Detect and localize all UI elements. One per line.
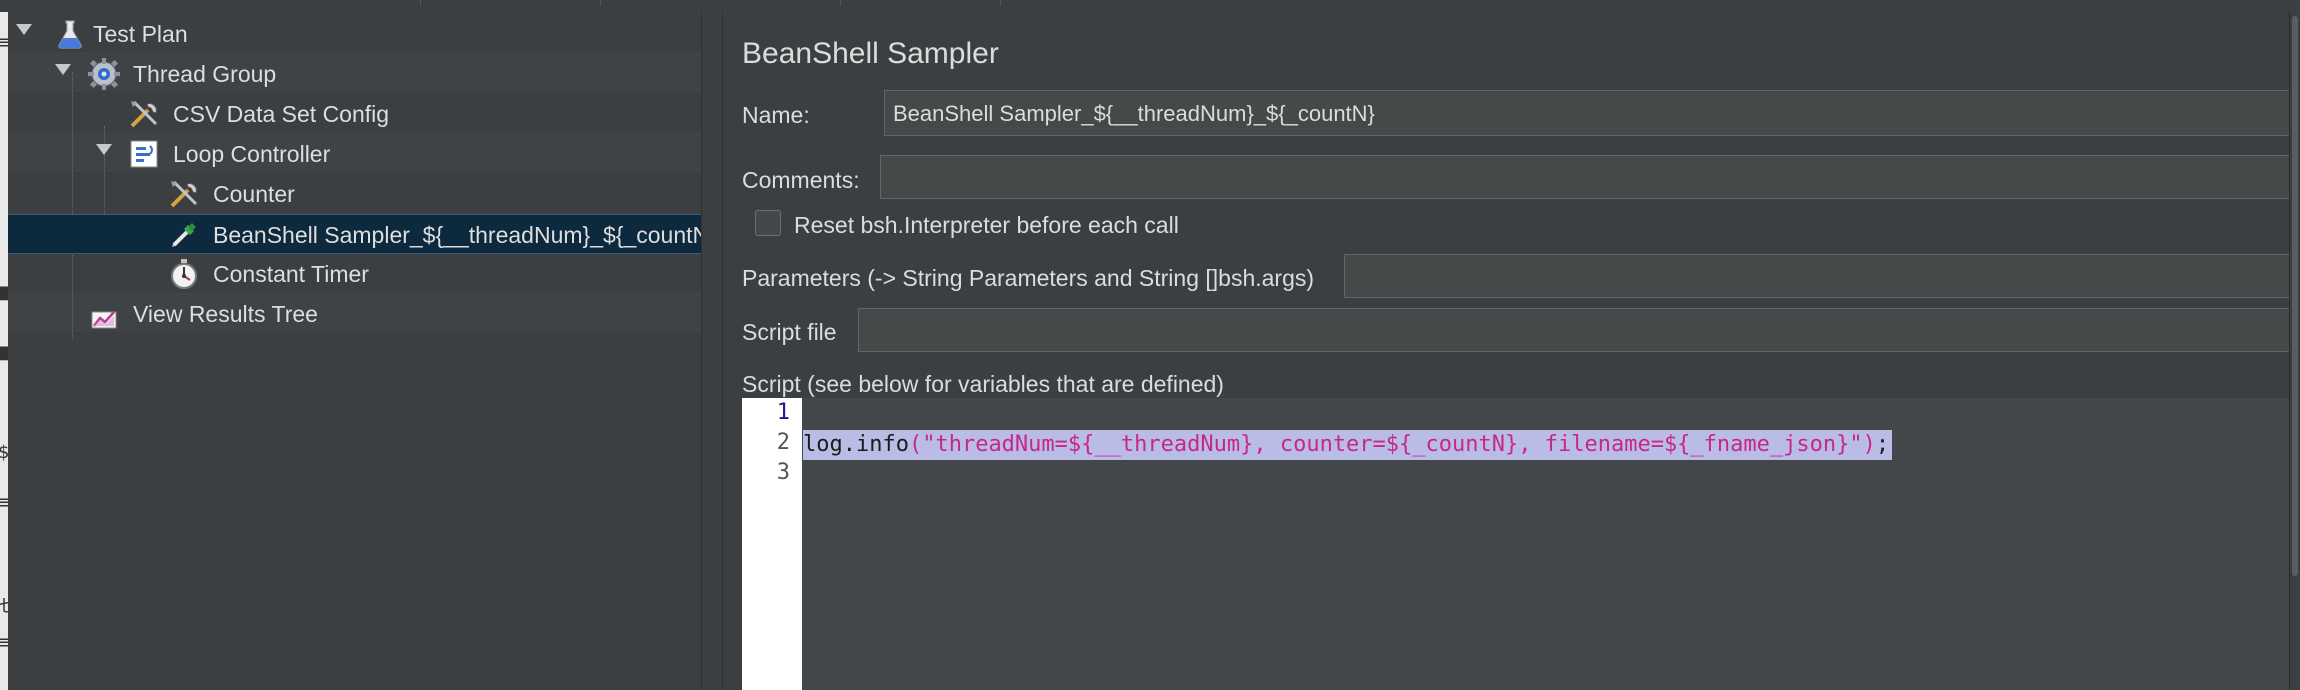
- script-file-field[interactable]: [858, 308, 2290, 352]
- toolbar-divider: [1000, 0, 1001, 6]
- line-number: 1: [776, 400, 790, 425]
- tree-item-beanshell-sampler[interactable]: BeanShell Sampler_${__threadNum}_${_coun…: [8, 214, 717, 254]
- gear-icon: [88, 58, 120, 90]
- panel-title: BeanShell Sampler: [742, 37, 999, 70]
- reset-interpreter-checkbox[interactable]: [755, 210, 781, 236]
- script-file-label: Script file: [742, 319, 837, 345]
- line-number: 2: [776, 430, 790, 455]
- beanshell-sampler-panel: BeanShell Sampler Name: BeanShell Sample…: [723, 12, 2300, 690]
- tree-item-view-results-tree[interactable]: View Results Tree: [8, 294, 701, 334]
- parameters-label: Parameters (-> String Parameters and Str…: [742, 265, 1315, 291]
- script-editor[interactable]: 1 2 3 log.info("threadNum=${__threadNum}…: [742, 398, 2298, 690]
- tree-item-csv-data-set-config[interactable]: CSV Data Set Config: [8, 94, 701, 134]
- stopwatch-icon: [171, 259, 197, 289]
- tree-item-label: CSV Data Set Config: [173, 101, 390, 127]
- script-label: Script (see below for variables that are…: [742, 371, 1224, 397]
- pipette-icon: [172, 223, 196, 247]
- flask-icon: [58, 20, 82, 49]
- tree-item-thread-group[interactable]: Thread Group: [8, 54, 701, 94]
- tools-icon: [130, 100, 158, 128]
- tree-item-label: BeanShell Sampler_${__threadNum}_${_coun…: [213, 222, 717, 248]
- tree-item-label: Loop Controller: [173, 141, 331, 167]
- name-field[interactable]: BeanShell Sampler_${__threadNum}_${_coun…: [884, 90, 2290, 136]
- toolbar-divider: [840, 0, 841, 6]
- collapse-arrow-icon[interactable]: [16, 24, 32, 35]
- panel-scrollbar[interactable]: [2289, 12, 2300, 690]
- tools-icon: [170, 180, 198, 208]
- code-function: log.info: [803, 432, 909, 457]
- tree-item-label: Counter: [213, 181, 295, 207]
- name-label: Name:: [742, 102, 810, 128]
- toolbar-divider: [600, 0, 601, 6]
- comments-label: Comments:: [742, 167, 860, 193]
- line-number: 3: [776, 460, 790, 485]
- script-code-line[interactable]: log.info("threadNum=${__threadNum}, coun…: [803, 430, 1893, 460]
- reset-interpreter-label: Reset bsh.Interpreter before each call: [794, 212, 1179, 238]
- tree-item-label: Thread Group: [133, 61, 277, 87]
- loop-controller-icon: [130, 140, 158, 168]
- comments-field[interactable]: [880, 155, 2290, 199]
- code-string: ("threadNum=${__threadNum}, counter=${_c…: [908, 432, 1876, 457]
- tree-item-label: Constant Timer: [213, 261, 369, 287]
- tree-item-label: Test Plan: [93, 21, 188, 47]
- code-terminator: ;: [1875, 432, 1890, 457]
- tree-item-constant-timer[interactable]: Constant Timer: [8, 254, 701, 294]
- parameters-field[interactable]: [1344, 254, 2290, 298]
- test-plan-tree[interactable]: Test Plan Thread Group CSV Data Set Conf…: [8, 12, 717, 690]
- collapse-arrow-icon[interactable]: [96, 144, 112, 155]
- collapse-arrow-icon[interactable]: [55, 64, 71, 75]
- tree-item-test-plan[interactable]: Test Plan: [8, 14, 701, 54]
- line-number-gutter: 1 2 3: [742, 398, 802, 690]
- tree-item-counter[interactable]: Counter: [8, 174, 701, 214]
- tree-item-loop-controller[interactable]: Loop Controller: [8, 134, 701, 174]
- background-window-strip: ≡■■ $≡ゼ≡: [0, 12, 8, 690]
- tree-item-label: View Results Tree: [133, 301, 318, 327]
- toolbar-divider: [420, 0, 421, 6]
- panel-splitter[interactable]: [701, 12, 723, 690]
- scrollbar-thumb[interactable]: [2292, 16, 2298, 576]
- graph-icon: [91, 311, 117, 329]
